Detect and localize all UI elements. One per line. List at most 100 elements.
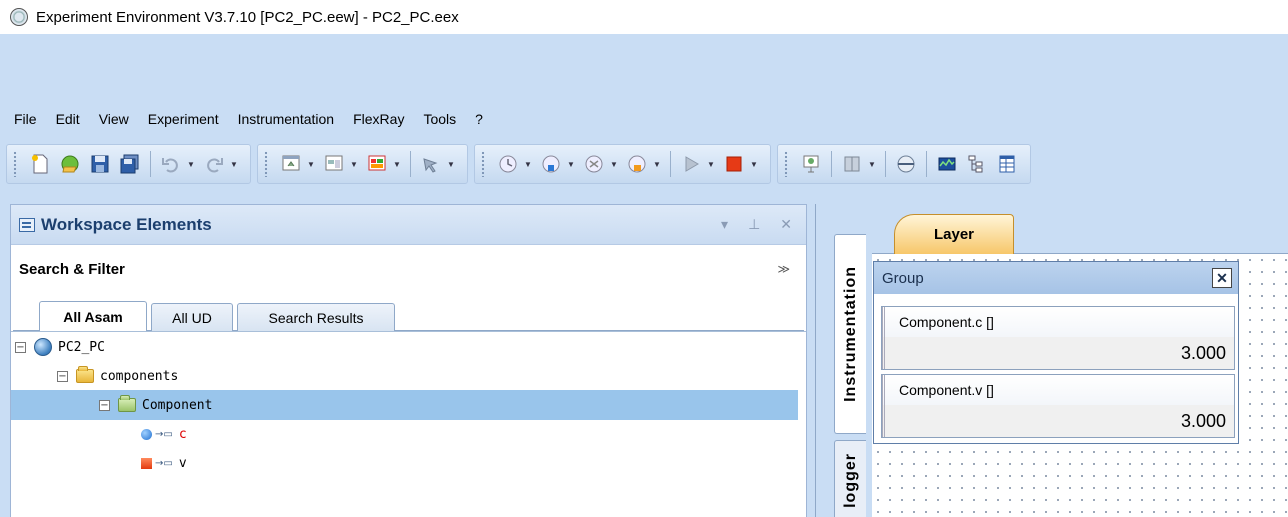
- table-icon[interactable]: [994, 151, 1020, 177]
- chevron-down-icon[interactable]: ▼: [186, 160, 196, 169]
- toolbar-separator: [670, 151, 671, 177]
- menu-file[interactable]: File: [14, 111, 37, 127]
- toolbar-separator: [926, 151, 927, 177]
- component-v-name: Component.v []: [882, 375, 1234, 405]
- tab-all-asam[interactable]: All Asam: [39, 301, 147, 331]
- search-filter-label: Search & Filter: [19, 260, 125, 278]
- menu-help[interactable]: ?: [475, 111, 483, 127]
- chevron-down-icon[interactable]: ▼: [349, 160, 359, 169]
- menu-flexray[interactable]: FlexRay: [353, 111, 404, 127]
- undo-icon[interactable]: [158, 151, 184, 177]
- collapse-icon[interactable]: ≫: [777, 262, 790, 276]
- pointer-icon[interactable]: [418, 151, 444, 177]
- folder-icon: [118, 395, 136, 412]
- presentation-icon[interactable]: [798, 151, 824, 177]
- component-c-value: 3.000: [882, 337, 1234, 369]
- open-icon[interactable]: [57, 151, 83, 177]
- panel-dropdown-icon[interactable]: ▾: [721, 216, 728, 233]
- tab-logger[interactable]: logger: [834, 440, 866, 517]
- tab-instrumentation[interactable]: Instrumentation: [834, 234, 866, 434]
- new-file-icon[interactable]: [27, 151, 53, 177]
- measure-start-icon[interactable]: [538, 151, 564, 177]
- chevron-down-icon[interactable]: ▼: [306, 160, 316, 169]
- chevron-down-icon[interactable]: ▼: [706, 160, 716, 169]
- toolbar-group-windows: ▼ ▼ ▼ ▼: [257, 144, 468, 184]
- clock-icon[interactable]: [495, 151, 521, 177]
- group-title: Group: [882, 269, 924, 287]
- chevron-down-icon[interactable]: ▼: [652, 160, 662, 169]
- chevron-down-icon[interactable]: ▼: [749, 160, 759, 169]
- group-window[interactable]: Group ✕ Component.c [] 3.000 Component.v…: [873, 261, 1239, 444]
- network-icon[interactable]: [893, 151, 919, 177]
- collapse-icon[interactable]: −: [15, 341, 26, 353]
- panel-title: Workspace Elements: [41, 214, 212, 234]
- play-icon[interactable]: [678, 151, 704, 177]
- close-icon[interactable]: ✕: [1212, 268, 1232, 288]
- toolbar-group-tools: ▼: [777, 144, 1031, 184]
- tab-all-ud[interactable]: All UD: [151, 303, 233, 331]
- folder-icon: [76, 366, 94, 383]
- tab-strip: All Asam All UD Search Results: [11, 293, 806, 331]
- close-icon[interactable]: ✕: [780, 216, 792, 233]
- app-icon: [10, 8, 28, 26]
- tree-row-signal-c[interactable]: →▭ c: [11, 419, 798, 449]
- measure-stop-icon[interactable]: [581, 151, 607, 177]
- stop-icon[interactable]: [721, 151, 747, 177]
- chevron-down-icon[interactable]: ▼: [229, 160, 239, 169]
- panel-header: Workspace Elements ▾ ⊥ ✕: [11, 205, 806, 245]
- window-title: Experiment Environment V3.7.10 [PC2_PC.e…: [36, 8, 459, 26]
- input-arrow-icon: →▭: [155, 428, 173, 440]
- menu-view[interactable]: View: [99, 111, 129, 127]
- menu-instrumentation[interactable]: Instrumentation: [238, 111, 335, 127]
- component-c-name: Component.c []: [882, 307, 1234, 337]
- instrumentation-panel: Instrumentation logger Layer Group ✕ Com…: [815, 204, 1288, 517]
- parameter-icon: [141, 457, 152, 469]
- book-icon[interactable]: [839, 151, 865, 177]
- component-v-display[interactable]: Component.v [] 3.000: [881, 374, 1235, 438]
- chevron-down-icon[interactable]: ▼: [566, 160, 576, 169]
- menu-edit[interactable]: Edit: [56, 111, 80, 127]
- menu-experiment[interactable]: Experiment: [148, 111, 219, 127]
- save-all-icon[interactable]: [117, 151, 143, 177]
- menu-tools[interactable]: Tools: [423, 111, 456, 127]
- tree-row-component[interactable]: − Component: [11, 390, 798, 420]
- collapse-icon[interactable]: −: [57, 370, 68, 382]
- toolbar-grip[interactable]: [264, 151, 268, 177]
- chevron-down-icon[interactable]: ▼: [523, 160, 533, 169]
- component-c-display[interactable]: Component.c [] 3.000: [881, 306, 1235, 370]
- toolbar-grip[interactable]: [481, 151, 485, 177]
- toolbar-separator: [885, 151, 886, 177]
- asam-tree: − PC2_PC − components − Component →▭ c →…: [11, 331, 806, 517]
- toolbar-group-file: ▼ ▼: [6, 144, 251, 184]
- ribbon-empty-area: [0, 34, 1288, 102]
- chevron-down-icon[interactable]: ▼: [609, 160, 619, 169]
- toolbar-grip[interactable]: [784, 151, 788, 177]
- chevron-down-icon[interactable]: ▼: [867, 160, 877, 169]
- toolbar-separator: [831, 151, 832, 177]
- toolbar-separator: [150, 151, 151, 177]
- tab-search-results[interactable]: Search Results: [237, 303, 395, 331]
- toolbar-grip[interactable]: [13, 151, 17, 177]
- tree-view-icon[interactable]: [964, 151, 990, 177]
- window-icon[interactable]: [278, 151, 304, 177]
- tab-layer[interactable]: Layer: [894, 214, 1014, 254]
- chevron-down-icon[interactable]: ▼: [446, 160, 456, 169]
- redo-icon[interactable]: [201, 151, 227, 177]
- save-icon[interactable]: [87, 151, 113, 177]
- tab-instrumentation-label: Instrumentation: [841, 266, 859, 402]
- pc-icon: [34, 338, 52, 356]
- group-title-bar[interactable]: Group ✕: [874, 262, 1238, 294]
- tree-row-root[interactable]: − PC2_PC: [11, 332, 798, 362]
- search-filter-bar[interactable]: Search & Filter ≫: [11, 245, 806, 293]
- toolbar-group-measure: ▼ ▼ ▼ ▼ ▼ ▼: [474, 144, 771, 184]
- record-icon[interactable]: [624, 151, 650, 177]
- oscilloscope-icon[interactable]: [934, 151, 960, 177]
- pin-icon[interactable]: ⊥: [748, 216, 760, 233]
- color-layout-icon[interactable]: [364, 151, 390, 177]
- tree-row-signal-v[interactable]: →▭ v: [11, 448, 798, 478]
- chevron-down-icon[interactable]: ▼: [392, 160, 402, 169]
- collapse-icon[interactable]: −: [99, 399, 110, 411]
- tree-row-components[interactable]: − components: [11, 361, 798, 391]
- layout-icon[interactable]: [321, 151, 347, 177]
- component-v-value: 3.000: [882, 405, 1234, 437]
